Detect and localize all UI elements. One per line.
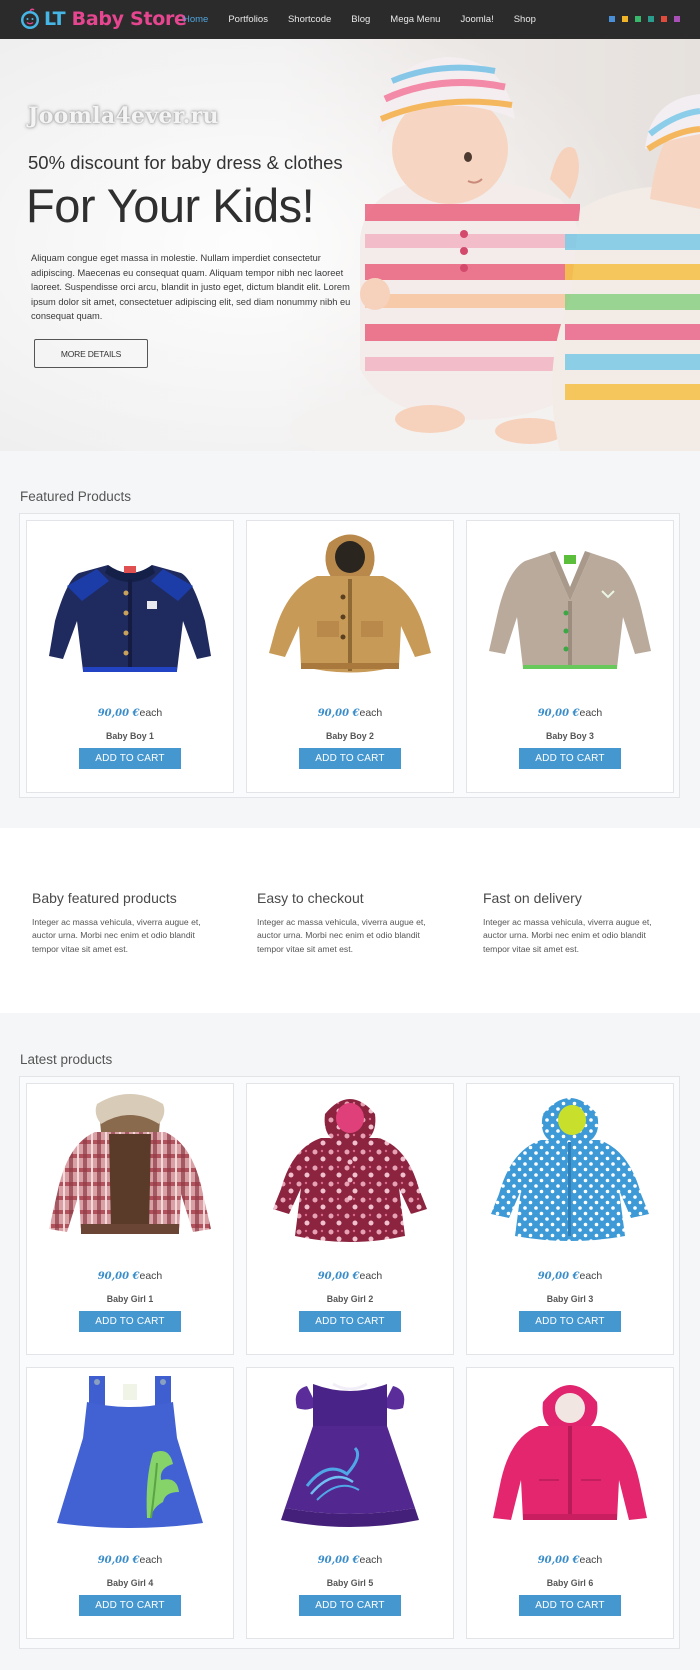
add-to-cart-button[interactable]: ADD TO CART — [299, 1311, 401, 1332]
product-price: 90,00 €each — [97, 1554, 163, 1566]
product-name[interactable]: Baby Girl 1 — [27, 1294, 233, 1304]
watermark-text: Joomla4ever.ru — [28, 103, 219, 129]
logo-text: LT Baby Store — [44, 8, 187, 30]
hero-banner: Joomla4ever.ru 50% discount for baby dre… — [0, 39, 700, 451]
product-card[interactable]: 90,00 €each Baby Boy 2 ADD TO CART — [246, 520, 454, 793]
feature-text: Integer ac massa vehicula, viverra augue… — [483, 917, 652, 954]
product-name[interactable]: Baby Boy 1 — [27, 731, 233, 741]
add-to-cart-button[interactable]: ADD TO CART — [299, 748, 401, 769]
product-card[interactable]: 90,00 €each Baby Girl 4 ADD TO CART — [26, 1367, 234, 1639]
product-name[interactable]: Baby Girl 2 — [247, 1294, 453, 1304]
product-price: 90,00 €each — [317, 1554, 383, 1566]
menu-item-portfolios[interactable]: Portfolios — [228, 14, 268, 25]
add-to-cart-button[interactable]: ADD TO CART — [519, 1311, 621, 1332]
hero-title: For Your Kids! — [26, 179, 315, 232]
pink-hoodie-image[interactable] — [467, 1368, 673, 1538]
babies-photo — [0, 39, 700, 451]
main-menu: Home Portfolios Shortcode Blog Mega Menu… — [183, 0, 556, 39]
floral-coat-image[interactable] — [247, 1084, 453, 1254]
featured-products-heading: Featured Products — [20, 489, 132, 504]
navy-cardigan-image[interactable] — [27, 521, 233, 691]
color-swatch-blue[interactable] — [609, 16, 615, 22]
feature-block: Baby featured products Integer ac massa … — [32, 890, 222, 956]
color-swatch-purple[interactable] — [674, 16, 680, 22]
product-name[interactable]: Baby Boy 2 — [247, 731, 453, 741]
feature-text: Integer ac massa vehicula, viverra augue… — [32, 917, 201, 954]
menu-item-mega-menu[interactable]: Mega Menu — [390, 14, 440, 25]
product-price: 90,00 €each — [537, 1554, 603, 1566]
add-to-cart-button[interactable]: ADD TO CART — [519, 1595, 621, 1616]
top-nav: LT Baby Store Home Portfolios Shortcode … — [0, 0, 700, 39]
hero-description: Aliquam congue eget massa in molestie. N… — [31, 253, 351, 321]
color-swatch-red[interactable] — [661, 16, 667, 22]
feature-title: Easy to checkout — [257, 890, 364, 906]
baby-face-icon — [18, 7, 42, 31]
tan-parka-image[interactable] — [247, 521, 453, 691]
color-swatch-yellow[interactable] — [622, 16, 628, 22]
add-to-cart-button[interactable]: ADD TO CART — [519, 748, 621, 769]
product-name[interactable]: Baby Girl 5 — [247, 1578, 453, 1588]
product-card[interactable]: 90,00 €each Baby Girl 5 ADD TO CART — [246, 1367, 454, 1639]
feature-title: Fast on delivery — [483, 890, 582, 906]
product-card[interactable]: 90,00 €each Baby Girl 3 ADD TO CART — [466, 1083, 674, 1355]
beige-cardigan-image[interactable] — [467, 521, 673, 691]
feature-block: Fast on delivery Integer ac massa vehicu… — [483, 890, 673, 956]
product-card[interactable]: 90,00 €each Baby Girl 2 ADD TO CART — [246, 1083, 454, 1355]
feature-title: Baby featured products — [32, 890, 177, 906]
menu-item-blog[interactable]: Blog — [351, 14, 370, 25]
product-name[interactable]: Baby Girl 4 — [27, 1578, 233, 1588]
add-to-cart-button[interactable]: ADD TO CART — [79, 1595, 181, 1616]
product-price: 90,00 €each — [97, 707, 163, 719]
product-price: 90,00 €each — [537, 1270, 603, 1282]
product-price: 90,00 €each — [317, 707, 383, 719]
product-price: 90,00 €each — [317, 1270, 383, 1282]
product-name[interactable]: Baby Girl 3 — [467, 1294, 673, 1304]
product-card[interactable]: 90,00 €each Baby Boy 1 ADD TO CART — [26, 520, 234, 793]
menu-item-joomla[interactable]: Joomla! — [460, 14, 493, 25]
product-name[interactable]: Baby Girl 6 — [467, 1578, 673, 1588]
product-card[interactable]: 90,00 €each Baby Girl 6 ADD TO CART — [466, 1367, 674, 1639]
add-to-cart-button[interactable]: ADD TO CART — [79, 1311, 181, 1332]
hero-subtitle: 50% discount for baby dress & clothes — [28, 152, 343, 173]
product-price: 90,00 €each — [97, 1270, 163, 1282]
product-card[interactable]: 90,00 €each Baby Boy 3 ADD TO CART — [466, 520, 674, 793]
plaid-jacket-image[interactable] — [27, 1084, 233, 1254]
color-swatch-teal[interactable] — [648, 16, 654, 22]
add-to-cart-button[interactable]: ADD TO CART — [79, 748, 181, 769]
menu-item-home[interactable]: Home — [183, 14, 208, 25]
menu-item-shortcode[interactable]: Shortcode — [288, 14, 331, 25]
color-switcher — [602, 16, 680, 22]
blue-dot-raincoat-image[interactable] — [467, 1084, 673, 1254]
site-logo[interactable]: LT Baby Store — [18, 6, 187, 32]
menu-item-shop[interactable]: Shop — [514, 14, 536, 25]
more-details-button[interactable]: MORE DETAILS — [34, 339, 148, 368]
product-card[interactable]: 90,00 €each Baby Girl 1 ADD TO CART — [26, 1083, 234, 1355]
purple-dress-image[interactable] — [247, 1368, 453, 1538]
feature-block: Easy to checkout Integer ac massa vehicu… — [257, 890, 447, 956]
product-price: 90,00 €each — [537, 707, 603, 719]
latest-products-heading: Latest products — [20, 1052, 113, 1067]
blue-pinafore-dress-image[interactable] — [27, 1368, 233, 1538]
features-section: Baby featured products Integer ac massa … — [0, 828, 700, 1013]
product-name[interactable]: Baby Boy 3 — [467, 731, 673, 741]
add-to-cart-button[interactable]: ADD TO CART — [299, 1595, 401, 1616]
feature-text: Integer ac massa vehicula, viverra augue… — [257, 917, 426, 954]
color-swatch-green[interactable] — [635, 16, 641, 22]
